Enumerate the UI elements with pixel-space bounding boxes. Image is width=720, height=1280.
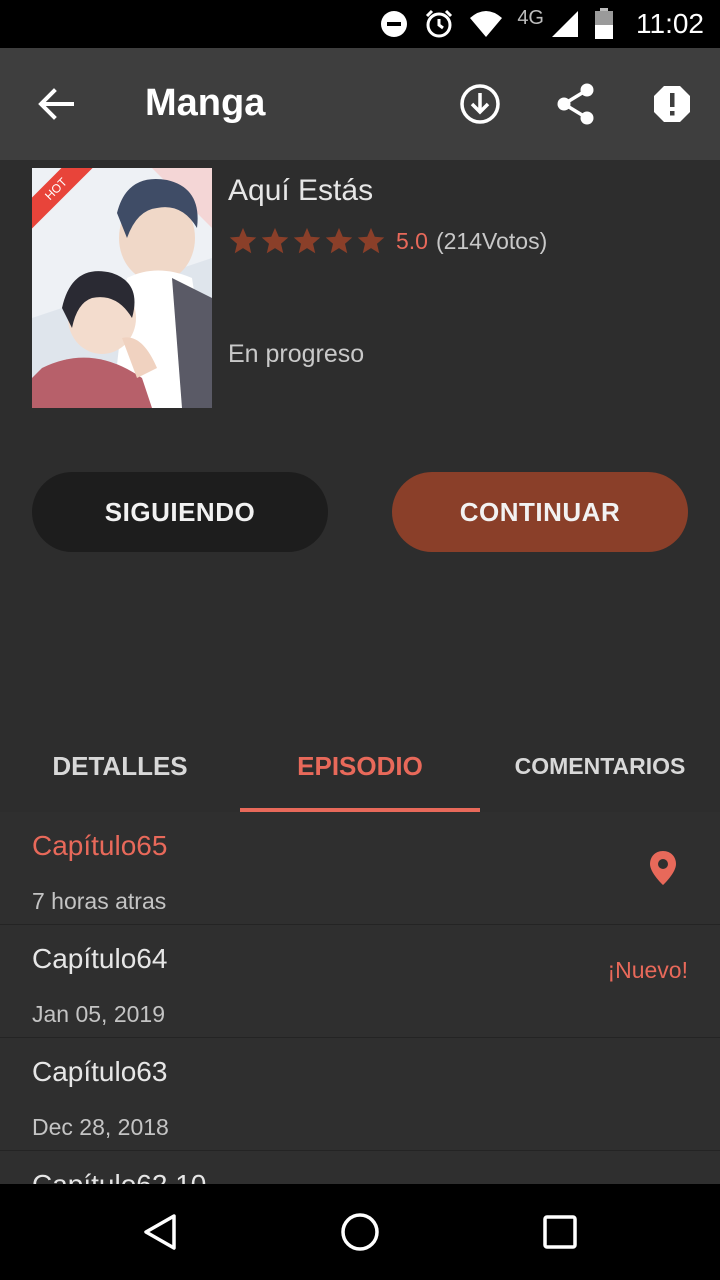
list-item[interactable]: Capítulo62.10 <box>0 1151 720 1184</box>
episode-date: Jan 05, 2019 <box>32 1001 166 1027</box>
tab-bar: DETALLES EPISODIO COMENTARIOS <box>0 720 720 812</box>
following-button[interactable]: SIGUIENDO <box>32 472 328 552</box>
location-pin-icon <box>648 850 678 886</box>
star-icon <box>261 227 289 254</box>
tab-episode-label: EPISODIO <box>297 750 423 781</box>
list-item[interactable]: Capítulo64 Jan 05, 2019 ¡Nuevo! <box>0 925 720 1038</box>
new-badge: ¡Nuevo! <box>607 957 688 983</box>
wifi-icon <box>469 10 503 38</box>
episode-title: Capítulo65 <box>32 830 168 861</box>
list-item[interactable]: Capítulo65 7 horas atras <box>0 812 720 925</box>
home-circle-icon[interactable] <box>340 1212 380 1252</box>
signal-icon <box>550 9 580 39</box>
download-icon[interactable] <box>458 82 502 126</box>
tab-comments[interactable]: COMENTARIOS <box>480 720 720 812</box>
manga-cover[interactable]: HOT <box>32 168 212 408</box>
star-icon <box>293 227 321 254</box>
rating-value: 5.0 <box>396 227 428 254</box>
manga-title: Aquí Estás <box>228 174 374 207</box>
star-icon <box>325 227 353 254</box>
episode-date: Dec 28, 2018 <box>32 1114 169 1140</box>
page-title: Manga <box>145 82 266 124</box>
star-rating <box>228 226 386 256</box>
alarm-icon <box>423 8 455 40</box>
episode-date: 7 horas atras <box>32 888 167 914</box>
star-icon <box>229 227 257 254</box>
rating-row: 5.0 (214Votos) <box>228 226 547 256</box>
tab-details-label: DETALLES <box>52 750 188 781</box>
tab-details[interactable]: DETALLES <box>0 720 240 812</box>
episode-title: Capítulo64 <box>32 943 168 974</box>
star-icon <box>357 227 385 254</box>
list-item[interactable]: Capítulo63 Dec 28, 2018 <box>0 1038 720 1151</box>
tab-comments-label: COMENTARIOS <box>514 752 686 779</box>
arrow-left-icon[interactable] <box>34 84 78 124</box>
clock: 11:02 <box>636 8 704 39</box>
episode-title: Capítulo63 <box>32 1056 168 1087</box>
system-nav-bar <box>0 1184 720 1280</box>
episode-title: Capítulo62.10 <box>32 1169 206 1184</box>
status-bar: 4G 11:02 <box>0 0 720 48</box>
vote-count: (214Votos) <box>435 227 548 254</box>
battery-icon <box>594 8 614 40</box>
continue-button[interactable]: CONTINUAR <box>392 472 688 552</box>
tab-episode[interactable]: EPISODIO <box>240 720 480 812</box>
network-type: 4G <box>517 6 544 29</box>
app-bar: Manga <box>0 48 720 160</box>
do-not-disturb-icon <box>379 9 409 39</box>
alert-icon[interactable] <box>650 82 694 126</box>
episode-list: Capítulo65 7 horas atras Capítulo64 Jan … <box>0 812 720 1184</box>
share-icon[interactable] <box>554 82 598 126</box>
recents-square-icon[interactable] <box>540 1212 580 1252</box>
publication-status: En progreso <box>228 340 365 368</box>
back-triangle-icon[interactable] <box>140 1212 180 1252</box>
